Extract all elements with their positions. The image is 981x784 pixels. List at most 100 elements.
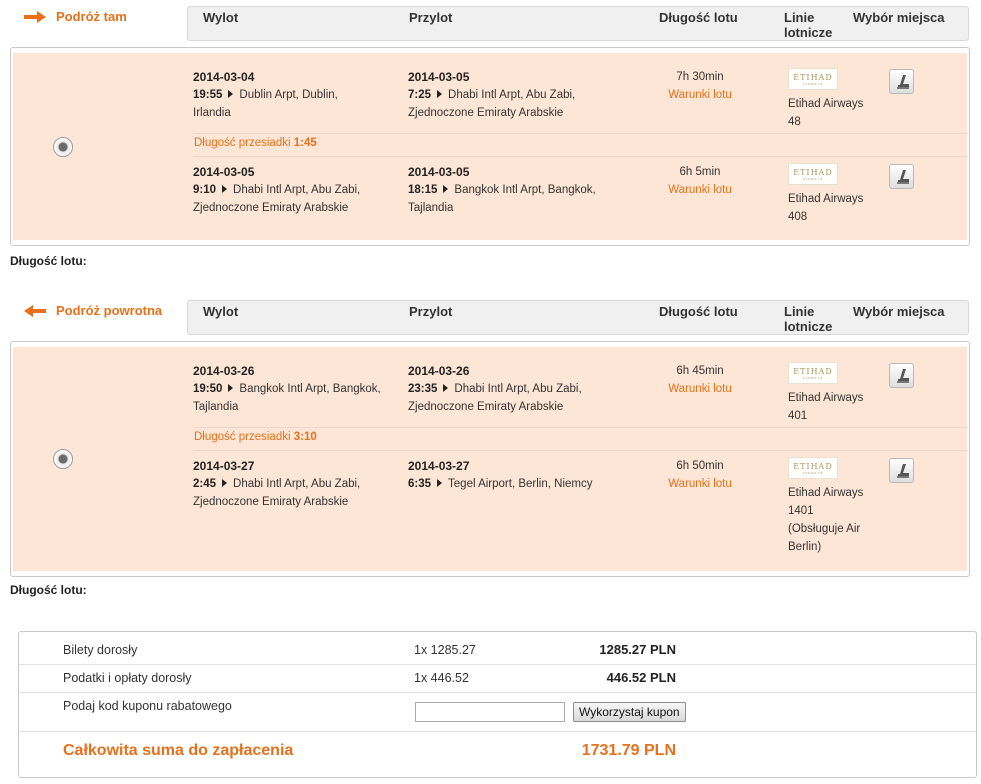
airline-name: Etihad Airways [788,98,864,110]
arr-country: Zjednoczone Emiraty Arabskie [408,401,564,413]
dep-place: 9:10 Dhabi Intl Arpt, Abu Zabi, Zjednoczo… [193,181,403,217]
flight-number: 1401 [788,505,814,517]
arr-place: 23:35 Dhabi Intl Arpt, Abu Zabi, Zjednocz… [408,380,648,416]
return-title: Podróż powrotna [56,303,163,318]
dep-airport: Dhabi Intl Arpt, Abu Zabi, [233,478,361,490]
dep-time: 19:55 [193,89,223,101]
seat-select-button[interactable] [889,458,914,483]
airline-info: Etihad Airways 401 [788,389,878,425]
operated-by-2: Berlin) [788,541,822,553]
taxes-label: Podatki i opłaty dorosły [63,671,192,685]
return-flight-length: Długość lotu: [10,583,87,597]
arr-time: 18:15 [408,184,438,196]
outbound-flight-length: Długość lotu: [10,254,87,268]
dep-date: 2014-03-26 [193,364,255,378]
outbound-section-title: Podróż tam [24,9,127,24]
header-arrival: Przylot [409,10,453,25]
arr-country: Zjednoczone Emiraty Arabskie [408,107,564,119]
flight-duration: 6h 5min [679,166,721,178]
return-radio[interactable] [53,449,73,469]
arr-date: 2014-03-05 [408,70,470,84]
header-duration: Długość lotu [659,10,738,25]
arr-time: 7:25 [408,89,432,101]
price-summary: Bilety dorosły 1x 1285.27 1285.27 PLN Po… [18,631,977,778]
tickets-amount: 1285.27 PLN [599,642,676,657]
arr-airport: Dhabi Intl Arpt, Abu Zabi, [448,89,576,101]
dep-airport: Bangkok Intl Arpt, Bangkok, [239,383,381,395]
header-arrival: Przylot [409,304,453,319]
outbound-segment-2: 2014-03-05 9:10 Dhabi Intl Arpt, Abu Zabi… [193,143,963,238]
flight-conditions-link[interactable]: Warunki lotu [655,89,745,101]
segment-divider [193,427,968,428]
flight-conditions-link[interactable]: Warunki lotu [655,184,745,196]
dep-place: 19:55 Dublin Arpt, Dublin, Irlandia [193,86,403,122]
seat-icon [896,169,909,184]
summary-row-taxes: Podatki i opłaty dorosły 1x 446.52 446.5… [19,665,976,693]
seat-icon [896,463,909,478]
return-segment-1: 2014-03-26 19:50 Bangkok Intl Arpt, Bangk… [193,342,963,432]
flight-number: 401 [788,410,808,422]
seat-icon [896,74,909,89]
total-amount: 1731.79 PLN [581,742,676,759]
airline-info: Etihad Airways 1401 (Obsługuje Air Berli… [788,484,878,556]
seat-select-button[interactable] [889,164,914,189]
dep-date: 2014-03-04 [193,70,255,84]
dep-country: Zjednoczone Emiraty Arabskie [193,496,349,508]
dep-place: 2:45 Dhabi Intl Arpt, Abu Zabi, Zjednoczo… [193,475,403,511]
dep-place: 19:50 Bangkok Intl Arpt, Bangkok, Tajland… [193,380,408,416]
header-seat-choice: Wybór miejsca [853,304,945,319]
taxes-qty: 1x 446.52 [414,671,469,685]
operated-by: (Obsługuje Air [788,523,861,535]
taxes-amount: 446.52 PLN [606,670,676,685]
etihad-logo: ETIHAD AIRWAYS [788,68,838,90]
return-section-title: Podróż powrotna [24,303,162,318]
flight-conditions-link[interactable]: Warunki lotu [655,383,745,395]
etihad-logo: ETIHAD AIRWAYS [788,362,838,384]
arr-place: 7:25 Dhabi Intl Arpt, Abu Zabi, Zjednoczo… [408,86,648,122]
seat-select-button[interactable] [889,363,914,388]
tickets-qty: 1x 1285.27 [414,643,476,657]
dep-airport: Dhabi Intl Arpt, Abu Zabi, [233,184,361,196]
header-seat-choice: Wybór miejsca [853,10,945,25]
airline-info: Etihad Airways 48 [788,95,878,131]
outbound-column-header: Wylot Przylot Długość lotu Linie lotnicz… [187,6,969,41]
coupon-code-input[interactable] [415,702,565,722]
flight-duration: 6h 50min [676,460,724,472]
return-segment-2: 2014-03-27 2:45 Dhabi Intl Arpt, Abu Zabi… [193,437,963,567]
summary-row-tickets: Bilety dorosły 1x 1285.27 1285.27 PLN [19,632,976,665]
etihad-logo: ETIHAD AIRWAYS [788,457,838,479]
arr-airport: Tegel Airport, Berlin, Niemcy [448,478,593,490]
arr-date: 2014-03-05 [408,165,470,179]
flight-number: 408 [788,211,808,223]
summary-row-coupon: Podaj kod kuponu rabatowego Wykorzystaj … [19,693,976,732]
header-airlines: Linie lotnicze [784,304,833,334]
header-departure: Wylot [203,10,239,25]
seat-icon [896,368,909,383]
apply-coupon-button[interactable]: Wykorzystaj kupon [573,702,686,722]
airline-name: Etihad Airways [788,487,864,499]
seat-select-button[interactable] [889,69,914,94]
total-label: Całkowita suma do zapłacenia [63,742,294,759]
header-departure: Wylot [203,304,239,319]
coupon-label: Podaj kod kuponu rabatowego [63,699,232,713]
dep-date: 2014-03-27 [193,459,255,473]
arr-time: 23:35 [408,383,438,395]
arr-airport: Bangkok Intl Arpt, Bangkok, [454,184,596,196]
outbound-flight-panel: 2014-03-04 19:55 Dublin Arpt, Dublin, Irl… [10,47,970,246]
arr-place: 6:35 Tegel Airport, Berlin, Niemcy [408,475,648,493]
summary-row-total: Całkowita suma do zapłacenia 1731.79 PLN [19,732,976,778]
airline-info: Etihad Airways 408 [788,190,878,226]
dep-date: 2014-03-05 [193,165,255,179]
outbound-segment-1: 2014-03-04 19:55 Dublin Arpt, Dublin, Irl… [193,48,963,138]
return-flight-panel: 2014-03-26 19:50 Bangkok Intl Arpt, Bangk… [10,341,970,577]
outbound-radio[interactable] [53,137,73,157]
arr-date: 2014-03-27 [408,459,470,473]
arr-country: Tajlandia [408,202,454,214]
header-duration: Długość lotu [659,304,738,319]
tickets-label: Bilety dorosły [63,643,138,657]
outbound-title: Podróż tam [56,9,127,24]
arr-place: 18:15 Bangkok Intl Arpt, Bangkok, Tajland… [408,181,648,217]
dep-country: Irlandia [193,107,231,119]
arrow-right-icon [24,10,46,23]
flight-conditions-link[interactable]: Warunki lotu [655,478,745,490]
